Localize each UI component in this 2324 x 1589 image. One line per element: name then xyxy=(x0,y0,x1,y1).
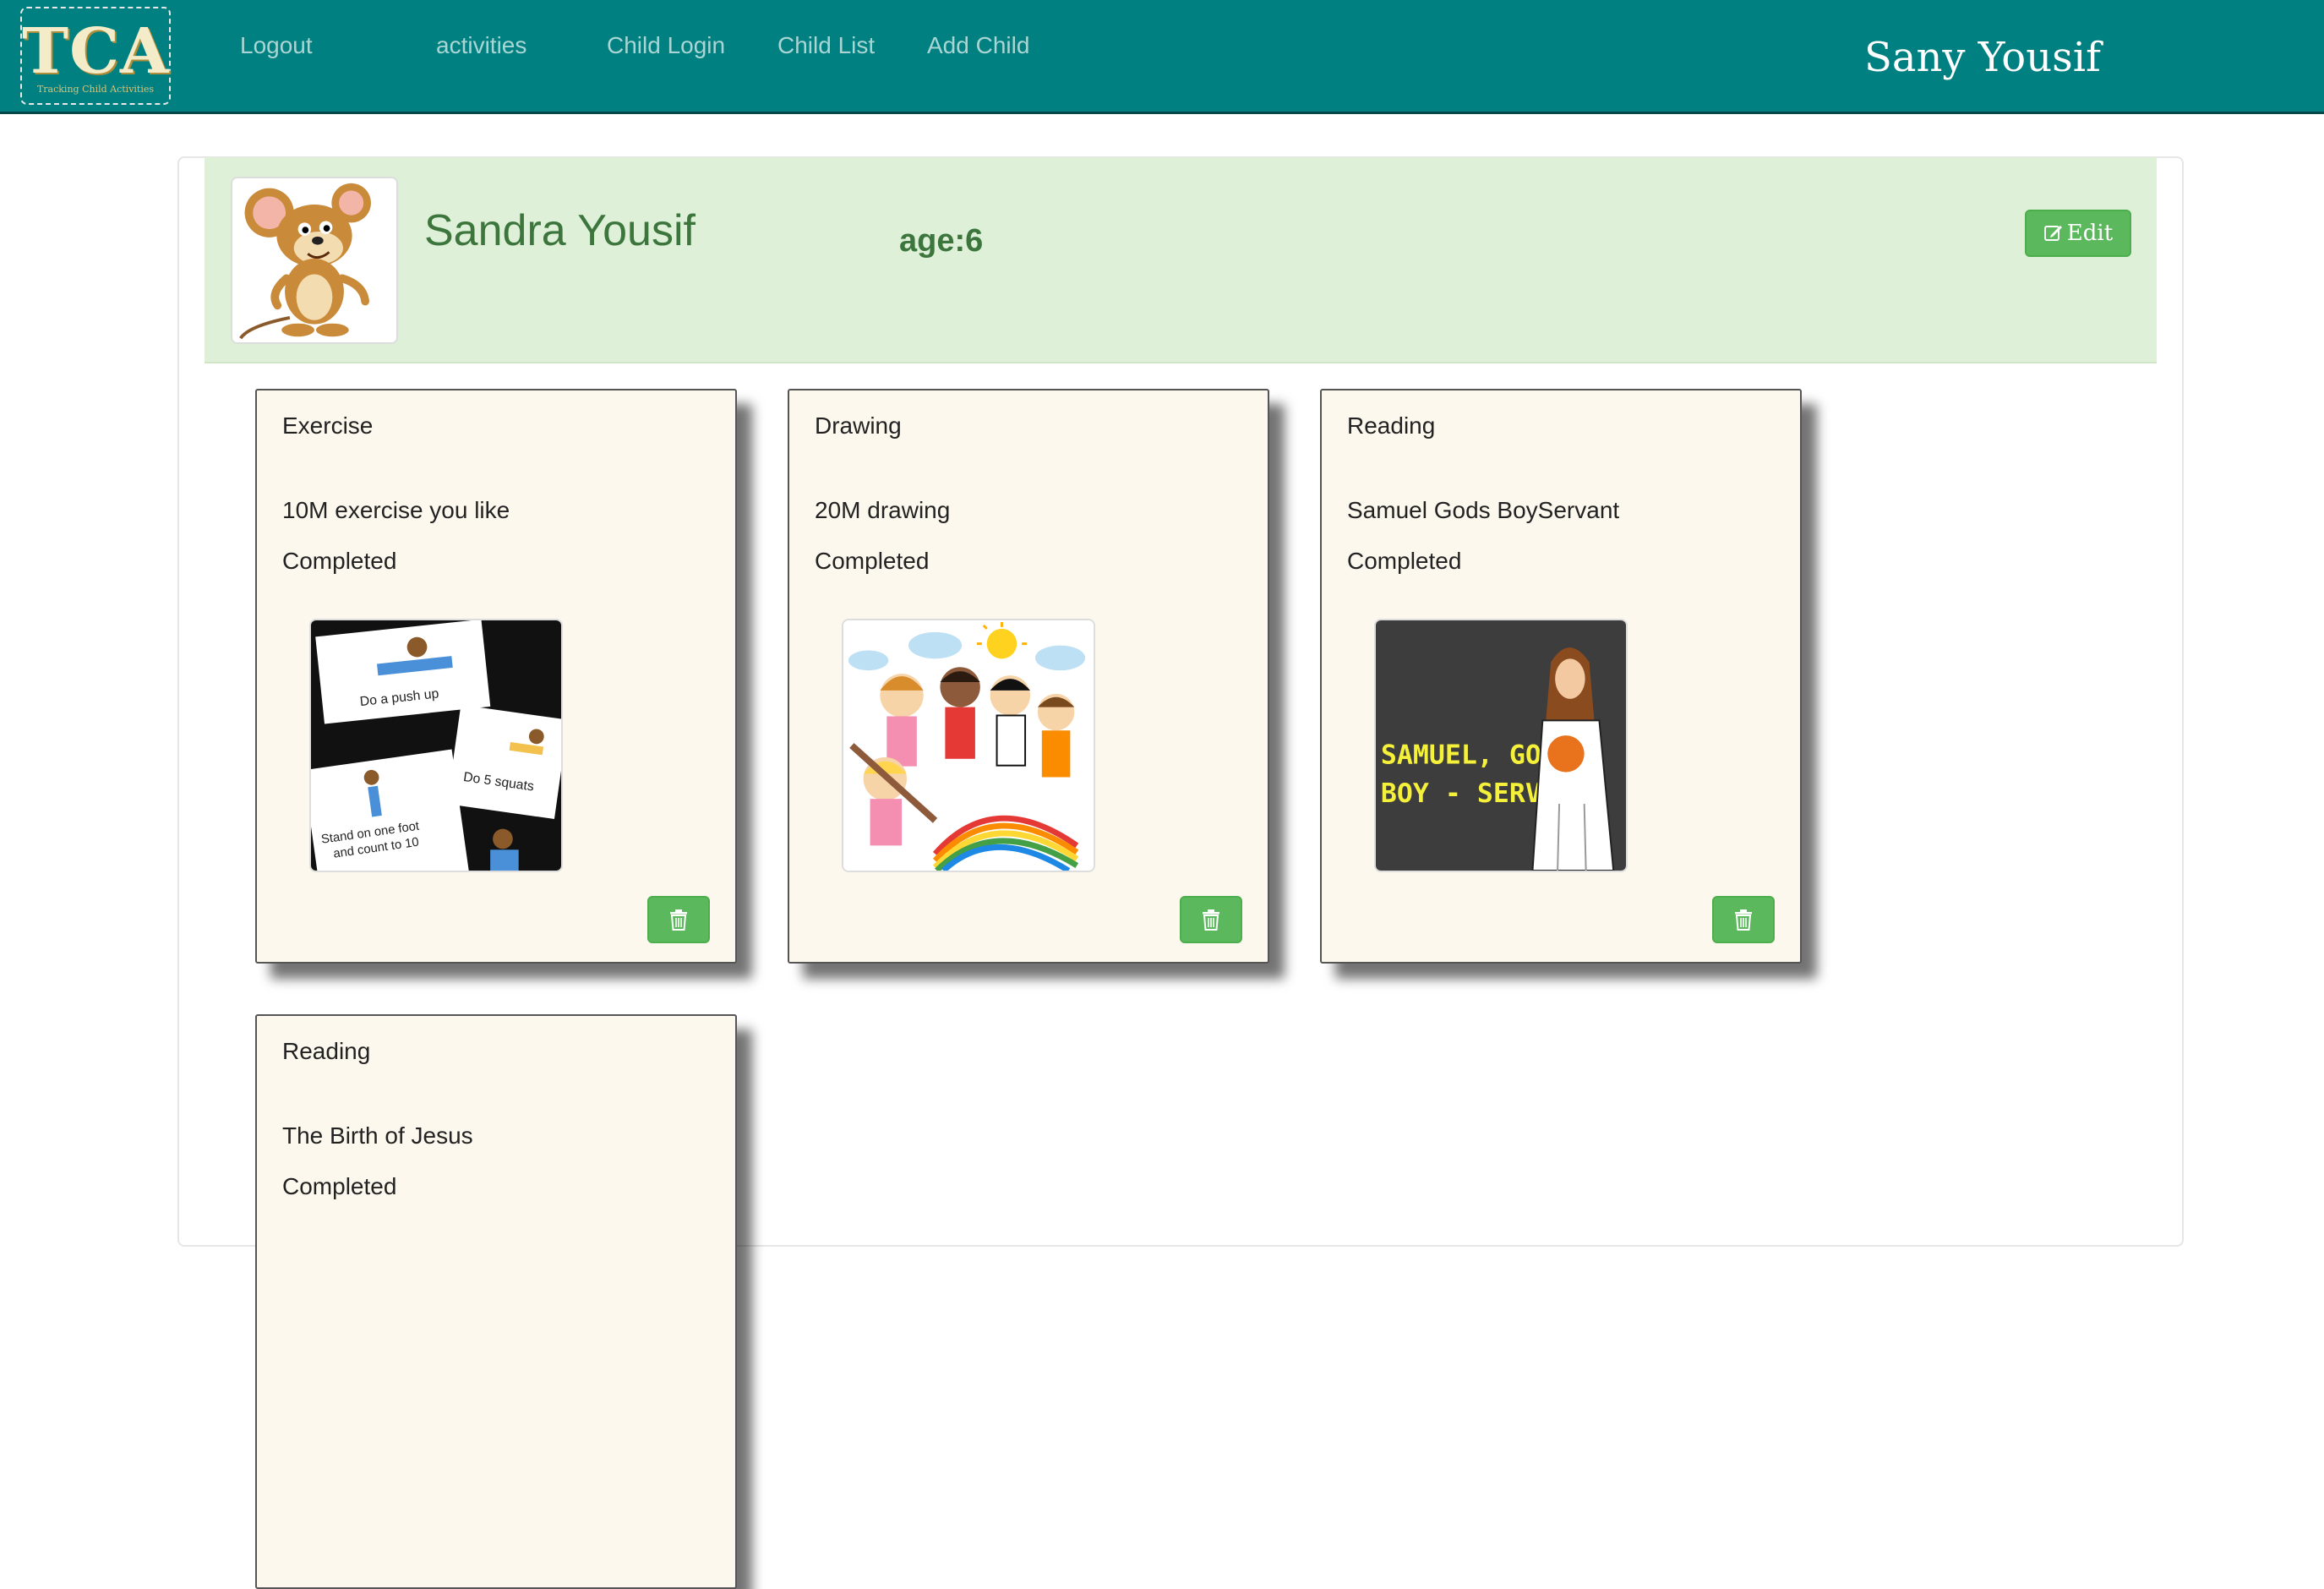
activity-image: Do a push up Do 5 squats Stand on one fo… xyxy=(309,619,563,872)
trash-icon xyxy=(670,909,687,931)
activity-image xyxy=(842,619,1095,872)
activity-description: 20M drawing xyxy=(815,497,951,523)
activity-description: 10M exercise you like xyxy=(282,497,510,523)
delete-activity-button[interactable] xyxy=(647,896,710,943)
delete-activity-button[interactable] xyxy=(1712,896,1775,943)
activity-status: Completed xyxy=(282,1173,397,1199)
activity-title: Drawing xyxy=(815,412,902,439)
activity-description: The Birth of Jesus xyxy=(282,1122,473,1149)
logo-text: TCA xyxy=(22,15,170,88)
child-profile-header xyxy=(205,157,2157,363)
activity-status: Completed xyxy=(815,548,930,574)
activity-title: Reading xyxy=(1347,412,1436,439)
nav-add-child-link[interactable]: Add Child xyxy=(927,32,1029,59)
kids-drawing-picture-icon xyxy=(843,620,1094,871)
nav-child-list-link[interactable]: Child List xyxy=(777,32,875,59)
activity-description: Samuel Gods BoyServant xyxy=(1347,497,1620,523)
tca-logo[interactable]: TCA Tracking Child Activities xyxy=(20,7,171,105)
edit-button-label: Edit xyxy=(2066,221,2114,246)
activity-card: Reading Samuel Gods BoyServant Completed… xyxy=(1320,389,1802,964)
cartoon-mouse-avatar-icon xyxy=(232,178,396,342)
samuel-book-picture-icon: SAMUEL, GOD'S BOY - SERVANT xyxy=(1376,620,1626,871)
nav-logout-link[interactable]: Logout xyxy=(240,32,313,59)
activity-card: Reading The Birth of Jesus Completed xyxy=(255,1014,737,1589)
exercise-cards-picture-icon: Do a push up Do 5 squats Stand on one fo… xyxy=(311,620,561,871)
nav-activities-link[interactable]: activities xyxy=(436,32,526,59)
activity-status: Completed xyxy=(1347,548,1462,574)
activity-card: Exercise 10M exercise you like Completed… xyxy=(255,389,737,964)
activity-card: Drawing 20M drawing Completed xyxy=(788,389,1269,964)
activity-title: Exercise xyxy=(282,412,374,439)
current-user-name: Sany Yousif xyxy=(1864,34,2101,81)
trash-icon xyxy=(1735,909,1752,931)
nav-child-login-link[interactable]: Child Login xyxy=(607,32,725,59)
child-age: age:6 xyxy=(899,223,984,259)
activity-title: Reading xyxy=(282,1038,371,1064)
activity-status: Completed xyxy=(282,548,397,574)
delete-activity-button[interactable] xyxy=(1180,896,1242,943)
logo-subtitle: Tracking Child Activities xyxy=(36,84,155,95)
activity-image: SAMUEL, GOD'S BOY - SERVANT xyxy=(1374,619,1628,872)
edit-child-button[interactable]: Edit xyxy=(2025,210,2131,257)
top-navbar: TCA Tracking Child Activities Logout act… xyxy=(0,0,2324,114)
edit-icon xyxy=(2043,226,2062,241)
child-avatar xyxy=(231,177,398,344)
child-name: Sandra Yousif xyxy=(424,206,696,255)
trash-icon xyxy=(1203,909,1219,931)
